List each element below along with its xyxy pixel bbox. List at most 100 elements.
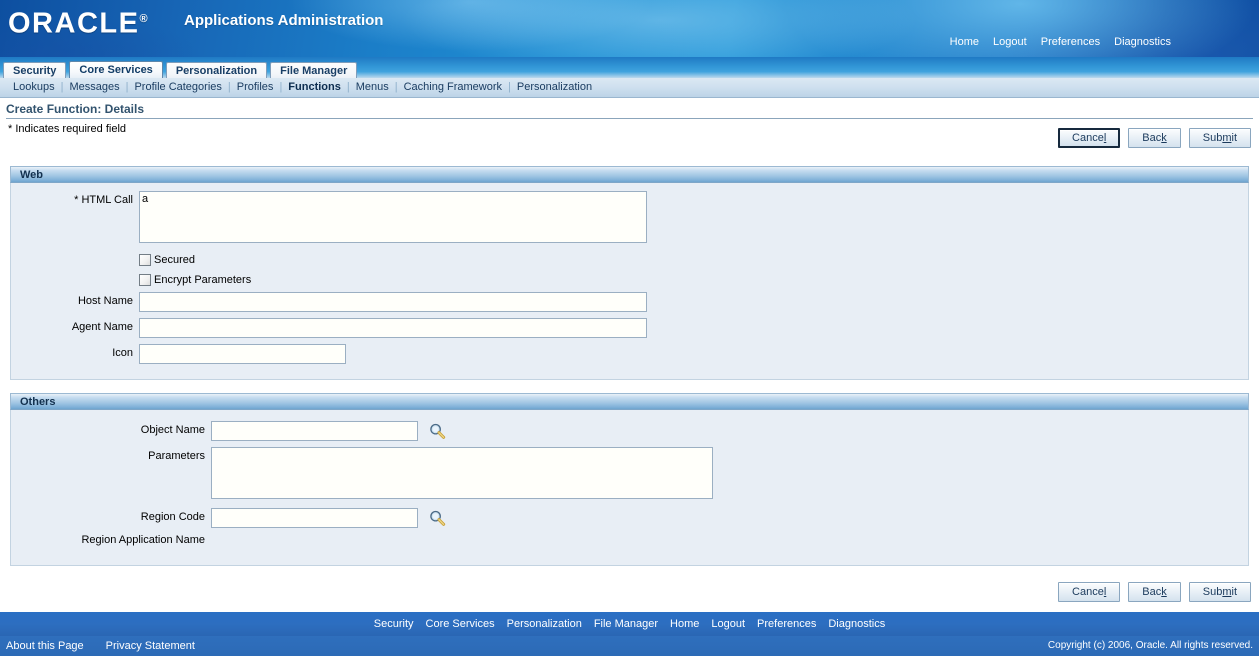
- footer-link-logout[interactable]: Logout: [711, 618, 745, 630]
- footer-links: Security Core Services Personalization File…: [0, 612, 1259, 636]
- subtab-profiles[interactable]: Profiles: [231, 78, 280, 97]
- region-application-name-row: Region Application Name: [11, 534, 1248, 546]
- parameters-textarea[interactable]: [211, 447, 713, 499]
- submit-label-post: it: [1231, 586, 1238, 598]
- cancel-label: Cance: [1072, 132, 1104, 144]
- others-section-body: Object Name Parameters Region Code Regio…: [11, 410, 1248, 556]
- region-code-control: [211, 508, 446, 528]
- global-link-preferences[interactable]: Preferences: [1041, 36, 1100, 48]
- others-section-header: Others: [10, 393, 1249, 410]
- secured-label: Secured: [154, 254, 195, 266]
- cancel-button-bottom[interactable]: Cancel: [1058, 582, 1121, 602]
- parameters-row: Parameters: [11, 447, 1248, 502]
- icon-input[interactable]: [139, 344, 346, 364]
- web-section-panel: * HTML Call Secured Encrypt Parameters H…: [10, 183, 1249, 380]
- back-button-bottom[interactable]: Back: [1128, 582, 1181, 602]
- main-tabbar: Security Core Services Personalization File…: [0, 57, 1259, 80]
- footer-link-file-manager[interactable]: File Manager: [594, 618, 658, 630]
- branding-header: ORACLE® Applications Administration Home…: [0, 0, 1259, 57]
- footer-link-core-services[interactable]: Core Services: [426, 618, 495, 630]
- page-title-divider: [6, 118, 1253, 119]
- host-name-control: [139, 292, 647, 312]
- global-links: Home Logout Preferences Diagnostics: [950, 36, 1171, 48]
- submit-button-top[interactable]: Submit: [1188, 128, 1251, 148]
- submit-label: Sub: [1202, 586, 1223, 598]
- icon-row: Icon: [11, 344, 1248, 364]
- footer-link-personalization[interactable]: Personalization: [507, 618, 582, 630]
- sub-tabbar: Lookups | Messages | Profile Categories | Prof…: [0, 78, 1259, 98]
- footer-link-preferences[interactable]: Preferences: [757, 618, 816, 630]
- web-section-header: Web: [10, 166, 1249, 183]
- host-name-row: Host Name: [11, 292, 1248, 312]
- secured-checkbox[interactable]: [139, 254, 151, 266]
- html-call-row: * HTML Call: [11, 191, 1248, 246]
- page-title-area: Create Function: Details: [0, 98, 1259, 117]
- back-button-top[interactable]: Back: [1128, 128, 1181, 148]
- cancel-button-top[interactable]: Cancel: [1058, 128, 1121, 148]
- submit-button-bottom[interactable]: Submit: [1188, 582, 1251, 602]
- agent-name-input[interactable]: [139, 318, 647, 338]
- cancel-label: Cance: [1072, 586, 1104, 598]
- submit-accesskey: m: [1222, 132, 1232, 144]
- subtab-personalization[interactable]: Personalization: [511, 78, 598, 97]
- region-code-row: Region Code: [11, 508, 1248, 528]
- required-asterisk-icon: *: [8, 123, 13, 135]
- host-name-label: Host Name: [77, 295, 133, 307]
- cancel-accesskey: l: [1103, 586, 1107, 598]
- subtab-lookups[interactable]: Lookups: [7, 78, 61, 97]
- secured-checkbox-row: Secured: [139, 252, 1248, 268]
- object-name-search-icon[interactable]: [429, 423, 446, 440]
- agent-name-control: [139, 318, 647, 338]
- subtab-caching-framework[interactable]: Caching Framework: [398, 78, 508, 97]
- app-title: Applications Administration: [184, 12, 384, 29]
- subtab-functions[interactable]: Functions: [282, 78, 347, 97]
- back-accesskey: k: [1161, 586, 1167, 598]
- web-section-body: * HTML Call Secured Encrypt Parameters H…: [11, 183, 1248, 380]
- object-name-control: [211, 421, 446, 441]
- submit-accesskey: m: [1222, 586, 1232, 598]
- parameters-control: [211, 447, 713, 502]
- subtab-messages[interactable]: Messages: [63, 78, 125, 97]
- top-button-row: Cancel Back Submit: [1050, 128, 1251, 148]
- region-code-label: Region Code: [140, 511, 205, 523]
- global-link-logout[interactable]: Logout: [993, 36, 1027, 48]
- subtab-profile-categories[interactable]: Profile Categories: [128, 78, 227, 97]
- footer-link-about-this-page[interactable]: About this Page: [6, 640, 84, 652]
- registered-trademark-icon: ®: [139, 13, 148, 25]
- bottom-button-row: Cancel Back Submit: [1050, 582, 1251, 602]
- back-label: Bac: [1142, 586, 1162, 598]
- required-field-note-text: Indicates required field: [15, 123, 127, 135]
- html-call-control: [139, 191, 647, 246]
- footer-link-home[interactable]: Home: [670, 618, 699, 630]
- oracle-logo: ORACLE®: [8, 4, 148, 39]
- global-link-diagnostics[interactable]: Diagnostics: [1114, 36, 1171, 48]
- footer-link-diagnostics[interactable]: Diagnostics: [828, 618, 885, 630]
- html-call-required-asterisk-icon: *: [74, 194, 79, 206]
- back-accesskey: k: [1161, 132, 1167, 144]
- submit-label-post: it: [1231, 132, 1238, 144]
- subtab-menus[interactable]: Menus: [350, 78, 395, 97]
- html-call-label-text: HTML Call: [81, 194, 133, 206]
- oracle-logo-text: ORACLE: [8, 7, 140, 40]
- html-call-label: * HTML Call: [11, 191, 139, 206]
- encrypt-parameters-label: Encrypt Parameters: [154, 274, 252, 286]
- region-code-input[interactable]: [211, 508, 418, 528]
- object-name-label: Object Name: [140, 424, 205, 436]
- footer-link-privacy-statement[interactable]: Privacy Statement: [106, 640, 195, 652]
- region-application-name-label: Region Application Name: [81, 534, 205, 546]
- footer-link-security[interactable]: Security: [374, 618, 414, 630]
- parameters-label: Parameters: [148, 450, 205, 462]
- object-name-input[interactable]: [211, 421, 418, 441]
- global-link-home[interactable]: Home: [950, 36, 979, 48]
- footer-secondary-links: About this Page Privacy Statement: [6, 636, 217, 656]
- cancel-accesskey: l: [1103, 132, 1107, 144]
- submit-label: Sub: [1202, 132, 1223, 144]
- encrypt-parameters-checkbox[interactable]: [139, 274, 151, 286]
- page-title: Create Function: Details: [6, 102, 145, 116]
- agent-name-label: Agent Name: [71, 321, 133, 333]
- region-code-search-icon[interactable]: [429, 510, 446, 527]
- icon-label: Icon: [112, 347, 133, 359]
- host-name-input[interactable]: [139, 292, 647, 312]
- icon-control: [139, 344, 346, 364]
- html-call-textarea[interactable]: [139, 191, 647, 243]
